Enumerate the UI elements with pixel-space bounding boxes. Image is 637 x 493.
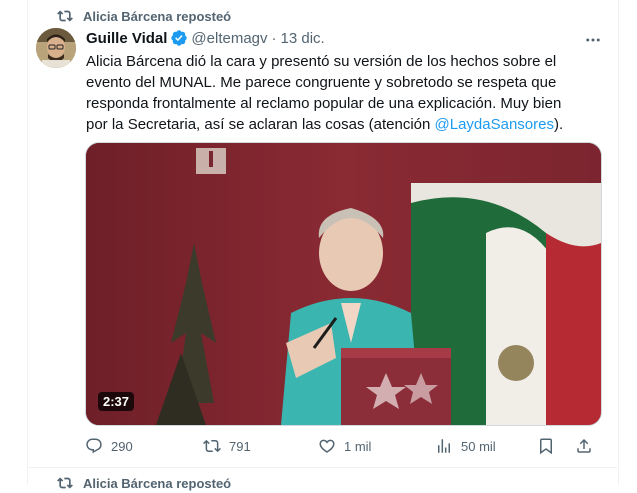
tweet-text-line: Alicia Bárcena dió la cara y presentó su… bbox=[86, 53, 557, 70]
views-icon bbox=[438, 439, 450, 453]
reply-count: 290 bbox=[111, 438, 133, 454]
more-options-button[interactable] bbox=[583, 30, 603, 50]
tweet-text-fragment: por la Secretaria, así se aclaran las co… bbox=[86, 116, 435, 133]
next-repost-banner-text: Alicia Bárcena reposteó bbox=[83, 475, 232, 491]
tweet-text-line-last: por la Secretaria, así se aclaran las co… bbox=[86, 114, 586, 135]
author-avatar[interactable] bbox=[36, 28, 76, 68]
heart-icon bbox=[319, 439, 335, 453]
next-repost-banner[interactable]: Alicia Bárcena reposteó bbox=[57, 473, 231, 493]
repost-button[interactable]: 791 bbox=[203, 436, 251, 456]
mention-link[interactable]: @LaydaSansores bbox=[435, 116, 554, 133]
video-duration: 2:37 bbox=[98, 392, 135, 411]
header-separator: · bbox=[271, 29, 277, 47]
bookmark-button[interactable] bbox=[537, 436, 555, 456]
tweet-text-fragment: ). bbox=[553, 116, 564, 133]
share-button[interactable] bbox=[575, 436, 593, 456]
tweet-actions: 290 791 1 mil 50 mil bbox=[85, 436, 600, 456]
more-icon bbox=[586, 38, 600, 42]
author-name[interactable]: Guille Vidal bbox=[86, 30, 167, 47]
share-icon bbox=[577, 438, 591, 453]
tweet-header: Guille Vidal @eltemagv · 13 dic. bbox=[86, 28, 325, 48]
repost-count: 791 bbox=[229, 438, 251, 454]
bookmark-icon bbox=[540, 438, 552, 455]
repost-banner-text: Alicia Bárcena reposteó bbox=[83, 8, 232, 24]
like-count: 1 mil bbox=[344, 438, 372, 454]
views-button[interactable]: 50 mil bbox=[435, 436, 496, 456]
repost-icon bbox=[57, 477, 73, 489]
tweet-timestamp[interactable]: 13 dic. bbox=[281, 30, 325, 47]
verified-badge-icon[interactable] bbox=[170, 29, 188, 47]
views-count: 50 mil bbox=[461, 438, 496, 454]
reply-button[interactable]: 290 bbox=[85, 436, 133, 456]
reply-icon bbox=[86, 438, 102, 454]
tweet-divider bbox=[28, 467, 617, 468]
tweet-text-line: responda frontalmente al reclamo popular… bbox=[86, 95, 562, 112]
author-handle[interactable]: @eltemagv bbox=[191, 30, 267, 47]
like-button[interactable]: 1 mil bbox=[318, 436, 371, 456]
avatar-image bbox=[36, 28, 76, 68]
repost-action-icon bbox=[203, 439, 221, 453]
repost-icon bbox=[57, 10, 73, 22]
tweet-text-line: evento del MUNAL. Me parece congruente y… bbox=[86, 74, 557, 91]
video-frame bbox=[86, 143, 601, 425]
tweet-text: Alicia Bárcena dió la cara y presentó su… bbox=[86, 51, 586, 135]
repost-banner[interactable]: Alicia Bárcena reposteó bbox=[57, 6, 231, 26]
video-player[interactable]: 2:37 bbox=[85, 142, 602, 426]
